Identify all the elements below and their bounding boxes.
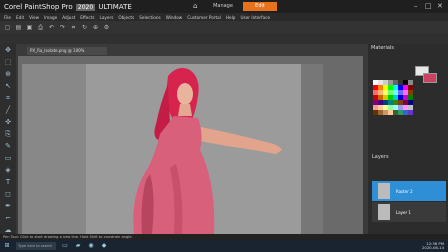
tools-palette: ✥ ⬚ ⊕ ↖ ⌗ ╱ ✜ ⎘ ✎ ▭ ◈ T ◻ ✒ ⌐ ☁ ✦ ≋	[0, 44, 16, 252]
photo-canvas[interactable]	[86, 64, 301, 234]
pen-icon[interactable]: ✒	[4, 202, 13, 211]
open-icon[interactable]: ▤	[15, 24, 22, 31]
eraser-icon[interactable]: ▭	[4, 154, 13, 163]
menu-selections[interactable]: Selections	[139, 15, 160, 20]
layer-thumbnail	[378, 183, 390, 199]
brush-icon[interactable]: ✎	[4, 142, 13, 151]
title-bar: Corel PaintShop Pro 2020 ULTIMATE ⌂ Mana…	[0, 0, 448, 13]
app-brand: Corel PaintShop Pro 2020 ULTIMATE	[4, 2, 132, 11]
fg-bg-color-picker[interactable]	[415, 66, 439, 84]
windows-start-icon[interactable]: ⊞	[3, 242, 11, 250]
menu-layers[interactable]: Layers	[100, 15, 114, 20]
redo-icon[interactable]: ↷	[59, 24, 66, 31]
menu-help[interactable]: Help	[226, 15, 236, 20]
home-icon[interactable]: ⌂	[193, 3, 200, 10]
new-icon[interactable]: ▢	[4, 24, 11, 31]
tab-manage[interactable]: Manage	[204, 2, 242, 11]
menu-view[interactable]: View	[29, 15, 39, 20]
zoom-icon[interactable]: ⊕	[4, 70, 13, 79]
layers-title: Layers	[372, 154, 389, 160]
canvas-area[interactable]	[18, 56, 363, 234]
save-icon[interactable]: ▣	[26, 24, 33, 31]
pick-icon[interactable]: ↖	[4, 82, 13, 91]
shape-icon[interactable]: ◻	[4, 190, 13, 199]
text-icon[interactable]: T	[4, 178, 13, 187]
menu-file[interactable]: File	[4, 15, 11, 20]
taskbar-clock: 12:36 PM 2020-06-14	[422, 242, 444, 250]
select-icon[interactable]: ⬚	[4, 58, 13, 67]
menu-adjust[interactable]: Adjust	[62, 15, 75, 20]
app-window: Corel PaintShop Pro 2020 ULTIMATE ⌂ Mana…	[0, 0, 448, 252]
version-badge: 2020	[75, 3, 96, 11]
layer-name: Layer 1	[396, 209, 411, 215]
standard-toolbar: ▢ ▤ ▣ ⎙ ↶ ↷ ⌗ ↻ ⊕ ⚙	[0, 21, 448, 33]
settings-icon[interactable]: ⚙	[103, 24, 110, 31]
undo-icon[interactable]: ↶	[48, 24, 55, 31]
move-icon[interactable]: ✜	[4, 118, 13, 127]
layer-name: Raster 2	[396, 188, 413, 194]
menu-effects[interactable]: Effects	[80, 15, 94, 20]
minimize-button[interactable]: –	[414, 2, 418, 10]
clock-date: 2020-06-14	[421, 245, 444, 250]
crop-icon[interactable]: ⌗	[70, 24, 77, 31]
layer-row[interactable]: Raster 2	[372, 181, 446, 201]
menu-edit[interactable]: Edit	[16, 15, 24, 20]
menu-customer-portal[interactable]: Customer Portal	[187, 15, 221, 20]
pan-icon[interactable]: ✥	[4, 46, 13, 55]
print-icon[interactable]: ⎙	[37, 24, 44, 31]
clone-icon[interactable]: ⎘	[4, 130, 13, 139]
dropper-icon[interactable]: ⌐	[4, 214, 13, 223]
color-swatch[interactable]	[408, 110, 413, 115]
menu-image[interactable]: Image	[44, 15, 57, 20]
document-tab[interactable]: PX_Ra_Isolate.png @ 100%	[27, 47, 107, 55]
tool-options-bar	[0, 33, 448, 44]
fill-icon[interactable]: ◈	[4, 166, 13, 175]
rotate-icon[interactable]: ↻	[81, 24, 88, 31]
maximize-button[interactable]: □	[425, 2, 432, 10]
menu-user-interface[interactable]: User Interface	[240, 15, 270, 20]
layer-thumbnail	[378, 204, 390, 220]
paintshop-icon[interactable]: ◆	[100, 242, 108, 250]
zoom-icon[interactable]: ⊕	[92, 24, 99, 31]
canvas-background	[301, 64, 323, 234]
tab-edit[interactable]: Edit	[243, 2, 277, 11]
menu-bar: File Edit View Image Adjust Effects Laye…	[0, 13, 448, 21]
background-color[interactable]	[423, 73, 437, 83]
materials-title: Materials	[371, 45, 394, 51]
menu-objects[interactable]: Objects	[118, 15, 134, 20]
folder-icon[interactable]: ▰	[74, 242, 82, 250]
taskbar: ⊞ Type here to search ▭ ▰ ◉ ◆ 12:36 PM 2…	[0, 240, 448, 252]
layer-row[interactable]: Layer 1	[372, 202, 446, 222]
task-view-icon[interactable]: ▭	[61, 242, 69, 250]
straighten-icon[interactable]: ╱	[4, 106, 13, 115]
canvas-background	[22, 64, 86, 234]
menu-window[interactable]: Window	[166, 15, 183, 20]
taskbar-search[interactable]: Type here to search	[16, 242, 56, 250]
browser-icon[interactable]: ◉	[87, 242, 95, 250]
woman-photo	[86, 64, 301, 234]
color-swatches[interactable]	[373, 80, 413, 122]
close-button[interactable]: ✕	[437, 2, 443, 10]
crop-icon[interactable]: ⌗	[4, 94, 13, 103]
